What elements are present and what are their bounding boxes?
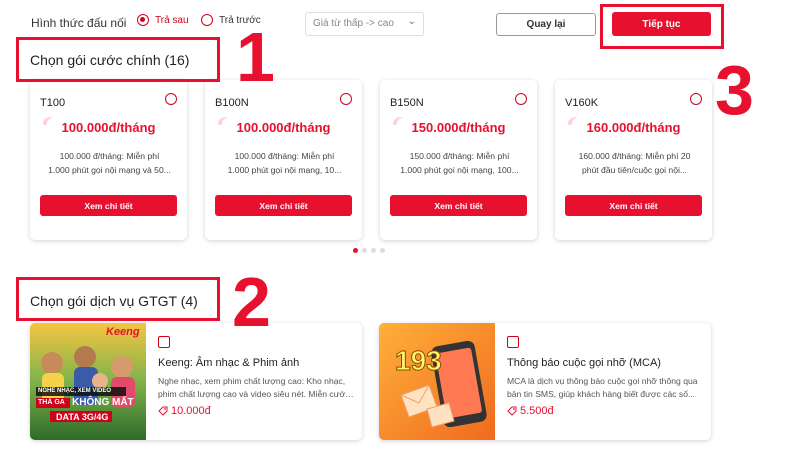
sort-select[interactable]: Giá từ thấp -> cao ⌄ [305,12,424,36]
chevron-down-icon: ⌄ [407,16,416,27]
plan-desc-line: 160.000 đ/tháng: Miễn phí 20 [578,151,691,161]
plan-price: 100.000đ/tháng [30,120,187,135]
plan-desc-line: 150.000 đ/tháng: Miễn phí [409,151,510,161]
plan-description: 100.000 đ/tháng: Miễn phí 1.000 phút gọi … [215,149,354,177]
vas-price-value: 10.000đ [171,405,211,417]
radio-postpaid-label: Trả sau [155,14,189,26]
carousel-dot-active[interactable] [353,248,358,253]
plan-code: B100N [215,97,249,109]
plan-card[interactable]: B150N 150.000đ/tháng 150.000 đ/tháng: Miễn… [380,80,537,240]
carousel-dot[interactable] [380,248,385,253]
vas-checkbox[interactable] [507,336,519,348]
back-button[interactable]: Quay lại [496,13,596,36]
connection-type-label: Hình thức đấu nối [31,16,127,30]
plan-price-value: 100.000đ [61,120,117,135]
vas-name: Thông báo cuộc gọi nhỡ (MCA) [507,357,661,369]
annotation-number-1: 1 [236,18,275,96]
plan-price-period: /tháng [291,120,331,135]
vas-card-keeng[interactable]: Keeng NGHE NHẠC, XEM VIDEO THẢ GA KHÔNG … [30,323,362,440]
plan-desc-line: 1.000 phút gọi nội mạng, 100... [400,165,519,175]
view-detail-button[interactable]: Xem chi tiết [215,195,352,216]
vas-desc-line: Nghe nhạc, xem phim chất lượng cao: Kho … [158,376,346,386]
plan-radio[interactable] [515,93,527,105]
keeng-thumbnail: Keeng NGHE NHẠC, XEM VIDEO THẢ GA KHÔNG … [30,323,146,440]
plan-desc-line: 1.000 phút gọi nội mạng và 50... [48,165,171,175]
banner-line-3: DATA 3G/4G [56,412,109,422]
mca-banner-image [379,323,495,440]
view-detail-button[interactable]: Xem chi tiết [565,195,702,216]
plan-description: 160.000 đ/tháng: Miễn phí 20 phút đầu tiê… [565,149,704,177]
vas-description: Nghe nhạc, xem phim chất lượng cao: Kho … [158,375,354,401]
plan-price-value: 100.000đ [236,120,292,135]
vas-price: 5.500đ [507,405,554,417]
view-detail-button[interactable]: Xem chi tiết [390,195,527,216]
carousel-pagination [353,248,385,253]
plan-price-period: /tháng [466,120,506,135]
vas-desc-line: MCA là dịch vụ thông báo cuộc gọi nhỡ th… [507,376,698,386]
main-plans-title: Chọn gói cước chính (16) [30,52,190,68]
plan-price-period: /tháng [116,120,156,135]
vas-desc-line: bản tin SMS, giúp khách hàng biết được c… [507,389,696,399]
plan-card[interactable]: T100 100.000đ/tháng 100.000 đ/tháng: Miễn … [30,80,187,240]
vas-name: Keeng: Âm nhạc & Phim ảnh [158,357,300,369]
radio-postpaid[interactable]: Trả sau [137,14,189,26]
plan-code: B150N [390,97,424,109]
vas-title: Chọn gói dịch vụ GTGT (4) [30,293,198,309]
plan-radio[interactable] [340,93,352,105]
plan-price-value: 160.000đ [586,120,642,135]
price-tag-icon [507,406,517,416]
keeng-logo: Keeng [106,326,140,338]
plan-price: 150.000đ/tháng [380,120,537,135]
plan-price: 100.000đ/tháng [205,120,362,135]
vas-price-value: 5.500đ [520,405,554,417]
plan-desc-line: 1.000 phút gọi nội mạng, 10... [227,165,342,175]
plan-card[interactable]: V160K 160.000đ/tháng 160.000 đ/tháng: Miễn… [555,80,712,240]
plan-desc-line: 100.000 đ/tháng: Miễn phí [59,151,160,161]
banner-line-2a: THẢ GA [38,399,65,406]
banner-line-1: NGHE NHẠC, XEM VIDEO [38,388,112,394]
annotation-number-3: 3 [715,51,754,129]
plan-price: 160.000đ/tháng [555,120,712,135]
plan-code: T100 [40,97,66,109]
page: Hình thức đấu nối Trả sau Trả trước Giá … [0,0,800,450]
plan-price-value: 150.000đ [411,120,467,135]
radio-checked-icon [137,14,149,26]
plan-price-period: /tháng [641,120,681,135]
plan-code: V160K [565,97,599,109]
vas-desc-line: phim chất lượng cao và video siêu nét. M… [158,389,354,399]
radio-unchecked-icon [201,14,213,26]
plan-radio[interactable] [690,93,702,105]
plan-desc-line: 100.000 đ/tháng: Miễn phí [234,151,335,161]
plan-card[interactable]: B100N 100.000đ/tháng 100.000 đ/tháng: Miễn… [205,80,362,240]
carousel-dot[interactable] [371,248,376,253]
vas-checkbox[interactable] [158,336,170,348]
plan-description: 150.000 đ/tháng: Miễn phí 1.000 phút gọi … [390,149,529,177]
banner-line-2b: KHÔNG MẤT [72,397,134,408]
price-tag-icon [158,406,168,416]
plan-description: 100.000 đ/tháng: Miễn phí 1.000 phút gọi … [40,149,179,177]
vas-description: MCA là dịch vụ thông báo cuộc gọi nhỡ th… [507,375,703,401]
view-detail-button[interactable]: Xem chi tiết [40,195,177,216]
carousel-dot[interactable] [362,248,367,253]
vas-card-mca[interactable]: 193 Thông báo cuộc gọi nhỡ (MCA) MCA là … [379,323,711,440]
plan-radio[interactable] [165,93,177,105]
continue-button[interactable]: Tiếp tục [612,12,711,36]
keeng-banner-image [30,323,146,440]
sort-select-value: Giá từ thấp -> cao [313,18,394,29]
plan-desc-line: phút đầu tiên/cuộc gọi nội... [581,165,688,175]
vas-price: 10.000đ [158,405,211,417]
mca-badge: 193 [395,345,443,377]
annotation-number-2: 2 [232,263,271,341]
mca-thumbnail: 193 [379,323,495,440]
